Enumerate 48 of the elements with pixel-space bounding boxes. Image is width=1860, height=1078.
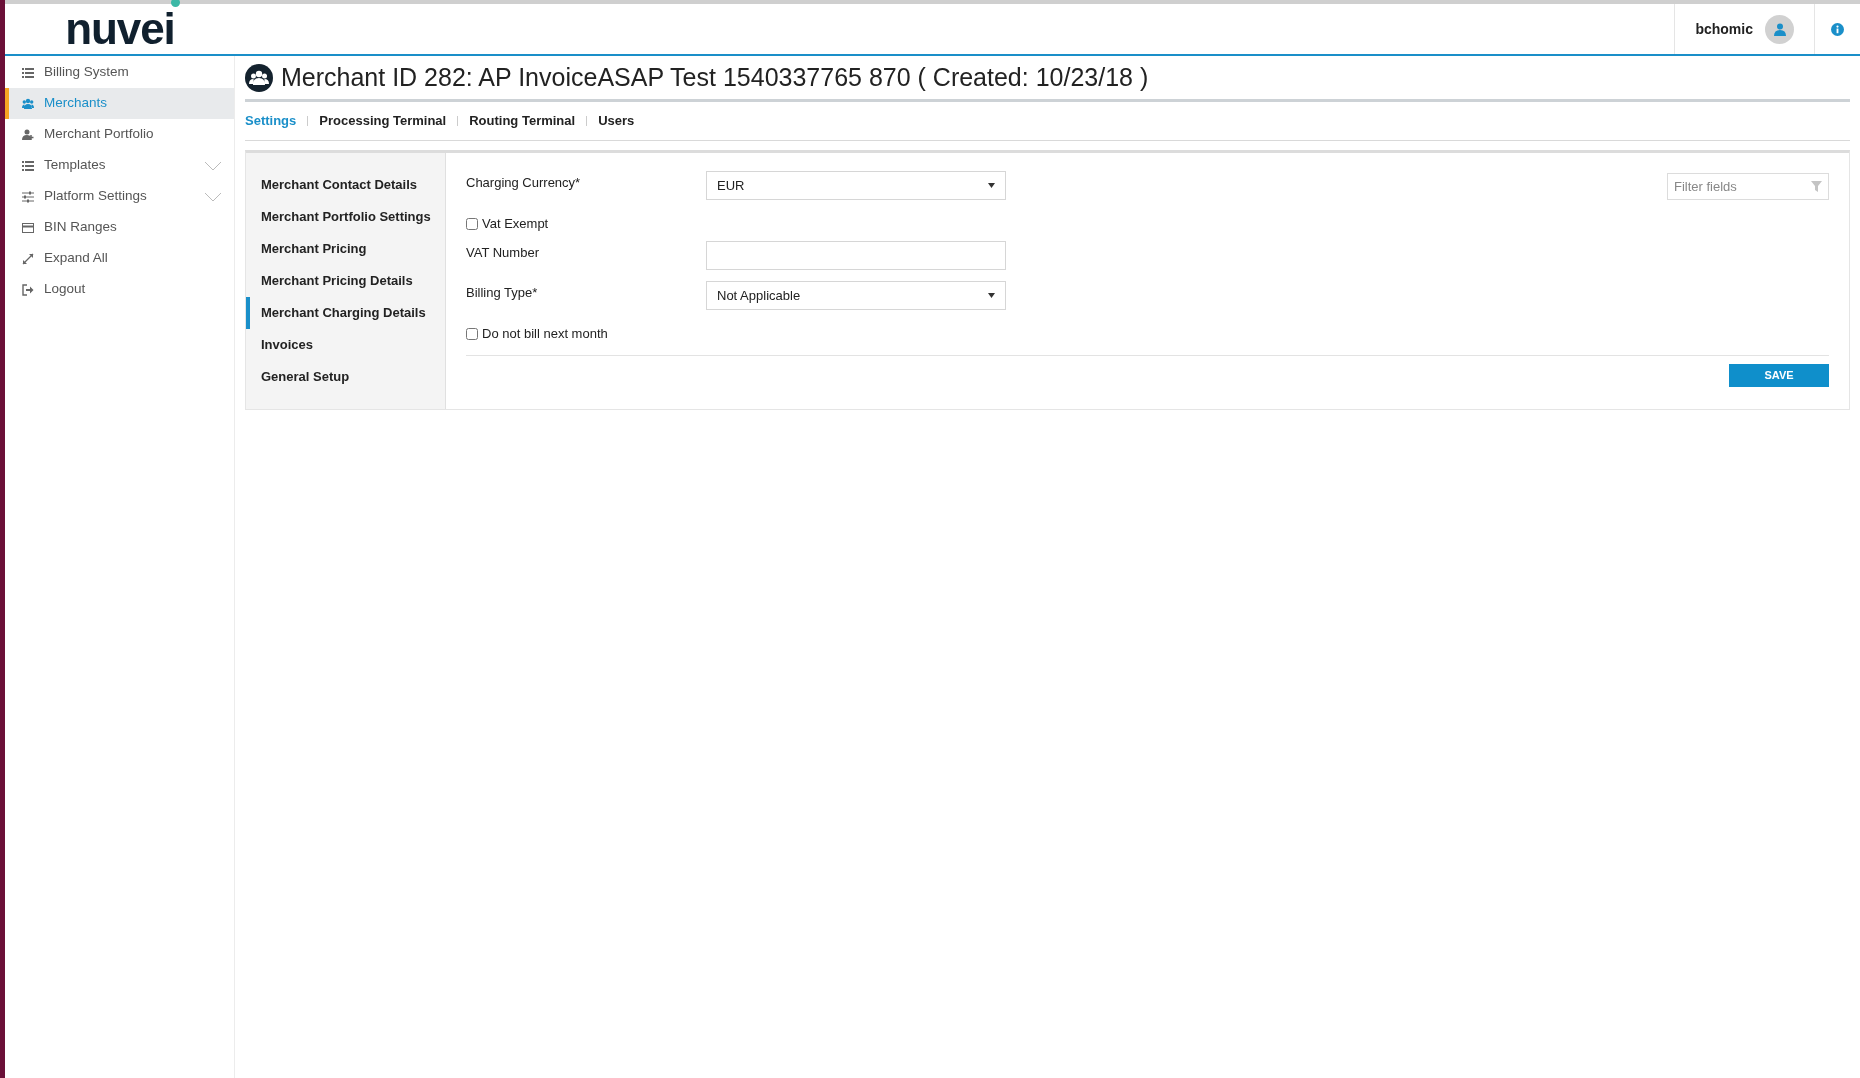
card-icon [22, 221, 34, 234]
tab[interactable]: Settings [245, 111, 297, 131]
checkbox-label[interactable]: Do not bill next month [466, 324, 608, 344]
sidebar-item[interactable]: Expand All [5, 243, 234, 274]
page-title: Merchant ID 282: AP InvoiceASAP Test 1540337765 870 ( Created: 10/23/18 ) [281, 61, 1149, 93]
sidebar-item[interactable]: Merchant Portfolio [5, 119, 234, 150]
sidebar-item[interactable]: BIN Ranges [5, 212, 234, 243]
tab[interactable]: Routing Terminal [469, 111, 576, 131]
checkbox[interactable] [466, 218, 478, 230]
sidebar-item[interactable]: Billing System [5, 57, 234, 88]
select-dropdown[interactable]: EUR [706, 171, 1006, 200]
info-icon[interactable] [1831, 22, 1844, 36]
section-link[interactable]: Invoices [246, 329, 445, 361]
checkbox-label[interactable]: Vat Exempt [466, 214, 549, 234]
field-label: Charging Currency* [466, 174, 582, 192]
chevron-icon[interactable] [204, 191, 222, 202]
sidebar-item[interactable]: Templates [5, 150, 234, 181]
user-plus-icon [22, 128, 34, 141]
list-icon [22, 66, 34, 79]
save-button[interactable]: SAVE [1729, 364, 1829, 387]
section-link[interactable]: Merchant Pricing Details [246, 265, 445, 297]
sidebar-item[interactable]: Logout [5, 274, 234, 305]
caret-icon [988, 183, 995, 188]
filter-field[interactable]: Filter fields [1667, 173, 1829, 200]
filter-icon [1811, 181, 1822, 192]
section-link[interactable]: Merchant Portfolio Settings [246, 201, 445, 233]
avatar-icon[interactable] [1765, 14, 1794, 44]
sidebar-item[interactable]: Platform Settings [5, 181, 234, 212]
logo: nuvei [65, 7, 175, 51]
logout-icon [22, 283, 34, 296]
select-dropdown[interactable]: Not Applicable [706, 281, 1006, 310]
tab[interactable]: Processing Terminal [319, 111, 447, 131]
chevron-icon[interactable] [204, 160, 222, 171]
tab[interactable]: Users [598, 111, 635, 131]
section-link[interactable]: Merchant Contact Details [246, 169, 445, 201]
field-label: Billing Type* [466, 284, 539, 302]
expand-arrows-icon [22, 252, 34, 265]
input-field[interactable] [706, 241, 1006, 270]
username[interactable]: bchomic [1695, 18, 1753, 40]
checkbox[interactable] [466, 328, 478, 340]
sliders-icon [22, 190, 34, 203]
users-icon [22, 97, 34, 110]
caret-icon [988, 293, 995, 298]
field-label: VAT Number [466, 244, 540, 262]
list-icon [22, 159, 34, 172]
section-link[interactable]: Merchant Pricing [246, 233, 445, 265]
users-icon [245, 63, 273, 92]
section-link[interactable]: General Setup [246, 361, 445, 393]
